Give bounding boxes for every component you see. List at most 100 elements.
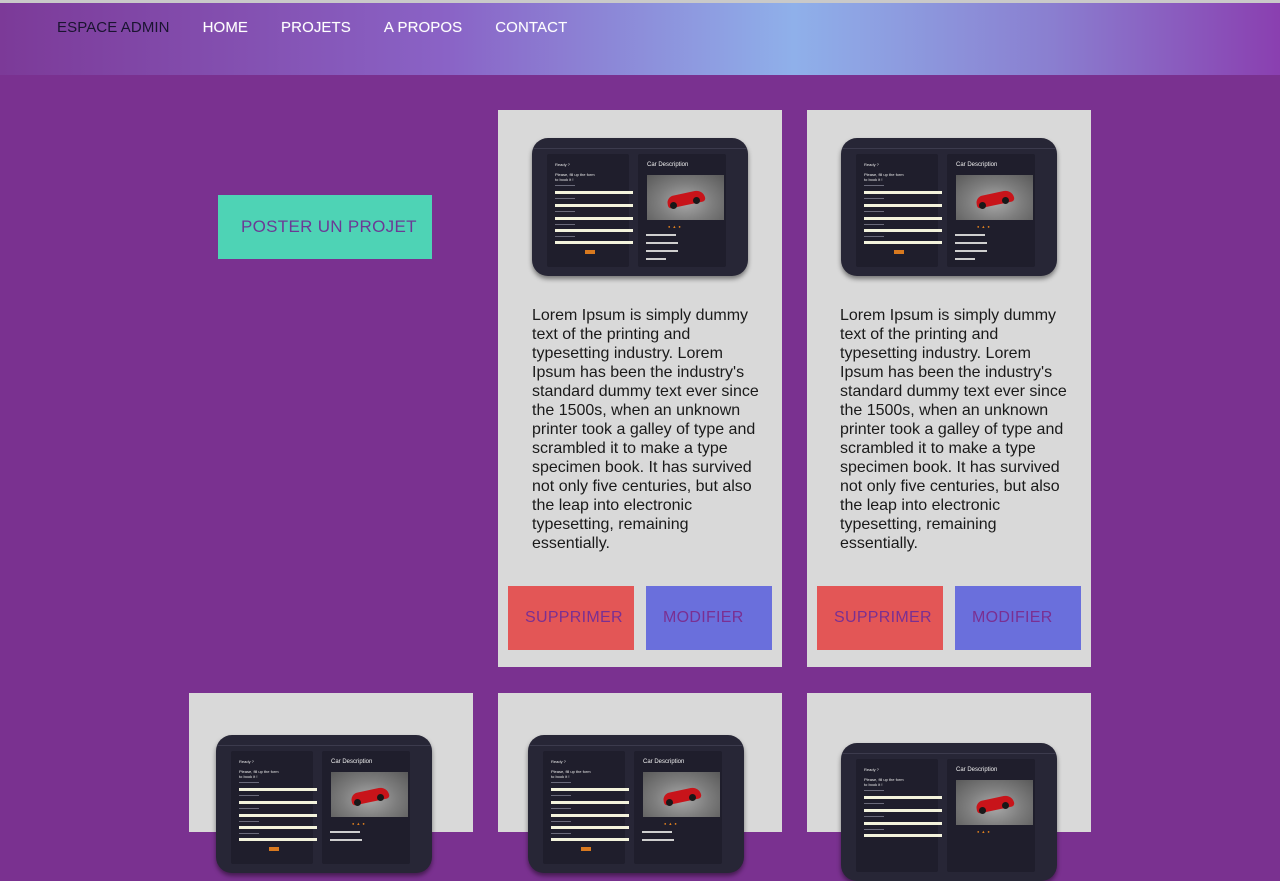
thumbnail-field-label: [864, 224, 884, 225]
thumbnail-field: [551, 801, 629, 804]
thumbnail-field: [864, 229, 942, 232]
thumbnail-description-title: Car Description: [647, 162, 689, 168]
thumbnail-detail-line: [955, 242, 987, 244]
nav-item-contact[interactable]: CONTACT: [495, 19, 567, 36]
car-photo: [331, 772, 408, 817]
thumbnail-field: [864, 796, 942, 799]
project-card: Ready ? Please, fill up the form to book…: [498, 693, 782, 873]
thumbnail-field: [864, 834, 942, 837]
thumbnail-description-title: Car Description: [331, 759, 373, 765]
project-card: Ready ? Please, fill up the form to book…: [189, 693, 473, 873]
thumbnail-form-subtitle-2: to book it !: [555, 177, 574, 182]
thumbnail-description-panel: Car Description ●▲●: [322, 751, 410, 864]
thumbnail-field-label: [864, 236, 884, 237]
thumbnail-field: [864, 217, 942, 220]
thumbnail-field-label: [551, 808, 571, 809]
project-thumbnail[interactable]: Ready ? Please, fill up the form to book…: [528, 735, 744, 873]
thumbnail-field: [864, 822, 942, 825]
thumbnail-feature-icons: ●▲●: [664, 821, 679, 826]
post-project-button[interactable]: POSTER UN PROJET: [218, 195, 432, 259]
car-photo: [643, 772, 720, 817]
thumbnail-detail-line: [646, 242, 678, 244]
car-photo: [956, 780, 1033, 825]
thumbnail-field: [864, 204, 942, 207]
thumbnail-divider: [841, 753, 1057, 754]
thumbnail-field: [555, 217, 633, 220]
thumbnail-form-panel: Ready ? Please, fill up the form to book…: [543, 751, 629, 864]
thumbnail-form-title: Ready ?: [864, 162, 879, 167]
thumbnail-divider: [841, 148, 1057, 149]
delete-button[interactable]: SUPPRIMER: [508, 586, 634, 650]
project-thumbnail[interactable]: Ready ? Please, fill up the form to book…: [216, 735, 432, 873]
thumbnail-detail-line: [646, 234, 676, 236]
edit-button[interactable]: MODIFIER: [646, 586, 772, 650]
nav-item-projets[interactable]: PROJETS: [281, 19, 351, 36]
thumbnail-divider: [532, 148, 748, 149]
thumbnail-form-panel: Ready ? Please, fill up the form to book…: [547, 154, 633, 267]
thumbnail-field-label: [555, 185, 575, 186]
project-thumbnail[interactable]: Ready ? Please, fill up the form to book…: [841, 138, 1057, 276]
project-card: Ready ? Please, fill up the form to book…: [807, 693, 1091, 881]
thumbnail-field: [551, 838, 629, 841]
thumbnail-divider: [528, 745, 744, 746]
nav-item-home[interactable]: HOME: [203, 19, 248, 36]
thumbnail-description-panel: Car Description ●▲●: [634, 751, 722, 864]
project-description: Lorem Ipsum is simply dummy text of the …: [532, 307, 759, 552]
thumbnail-form-title: Ready ?: [555, 162, 570, 167]
project-description: Lorem Ipsum is simply dummy text of the …: [840, 307, 1067, 552]
thumbnail-field: [239, 801, 317, 804]
thumbnail-detail-line: [955, 258, 975, 260]
thumbnail-detail-line: [955, 234, 985, 236]
thumbnail-field-label: [239, 833, 259, 834]
thumbnail-description-title: Car Description: [956, 767, 998, 773]
thumbnail-description-title: Car Description: [956, 162, 998, 168]
thumbnail-submit: [585, 250, 595, 254]
thumbnail-field: [551, 814, 629, 817]
thumbnail-form-title: Ready ?: [239, 759, 254, 764]
thumbnail-feature-icons: ●▲●: [977, 224, 992, 229]
thumbnail-field: [239, 826, 317, 829]
nav-item-a-propos[interactable]: A PROPOS: [384, 19, 462, 36]
project-thumbnail[interactable]: Ready ? Please, fill up the form to book…: [532, 138, 748, 276]
thumbnail-feature-icons: ●▲●: [668, 224, 683, 229]
top-navigation-bar: ESPACE ADMIN HOME PROJETS A PROPOS CONTA…: [0, 0, 1280, 75]
thumbnail-field-label: [864, 790, 884, 791]
thumbnail-field: [555, 229, 633, 232]
thumbnail-field: [239, 814, 317, 817]
project-card: Ready ? Please, fill up the form to book…: [807, 110, 1091, 667]
edit-button[interactable]: MODIFIER: [955, 586, 1081, 650]
thumbnail-field: [551, 826, 629, 829]
thumbnail-divider: [216, 745, 432, 746]
thumbnail-field-label: [555, 236, 575, 237]
thumbnail-form-title: Ready ?: [551, 759, 566, 764]
thumbnail-field: [555, 191, 633, 194]
car-photo: [647, 175, 724, 220]
nav-menu: ESPACE ADMIN HOME PROJETS A PROPOS CONTA…: [57, 19, 600, 36]
thumbnail-form-panel: Ready ? Please, fill up the form to book…: [856, 154, 942, 267]
thumbnail-field-label: [864, 829, 884, 830]
thumbnail-form-title: Ready ?: [864, 767, 879, 772]
thumbnail-field: [864, 809, 942, 812]
thumbnail-submit: [581, 847, 591, 851]
project-card: Ready ? Please, fill up the form to book…: [498, 110, 782, 667]
thumbnail-field-label: [555, 198, 575, 199]
thumbnail-field: [864, 191, 942, 194]
thumbnail-field-label: [555, 211, 575, 212]
thumbnail-description-panel: Car Description ●▲●: [947, 759, 1035, 872]
nav-brand-espace-admin[interactable]: ESPACE ADMIN: [57, 19, 170, 36]
thumbnail-field-label: [239, 782, 259, 783]
thumbnail-field-label: [864, 185, 884, 186]
thumbnail-field-label: [551, 833, 571, 834]
thumbnail-field-label: [551, 821, 571, 822]
thumbnail-feature-icons: ●▲●: [352, 821, 367, 826]
thumbnail-form-subtitle-2: to book it !: [239, 774, 258, 779]
thumbnail-submit: [269, 847, 279, 851]
project-thumbnail[interactable]: Ready ? Please, fill up the form to book…: [841, 743, 1057, 881]
thumbnail-description-panel: Car Description ●▲●: [638, 154, 726, 267]
thumbnail-field: [239, 788, 317, 791]
thumbnail-detail-line: [955, 250, 987, 252]
thumbnail-field: [239, 838, 317, 841]
thumbnail-description-title: Car Description: [643, 759, 685, 765]
thumbnail-submit: [894, 250, 904, 254]
delete-button[interactable]: SUPPRIMER: [817, 586, 943, 650]
